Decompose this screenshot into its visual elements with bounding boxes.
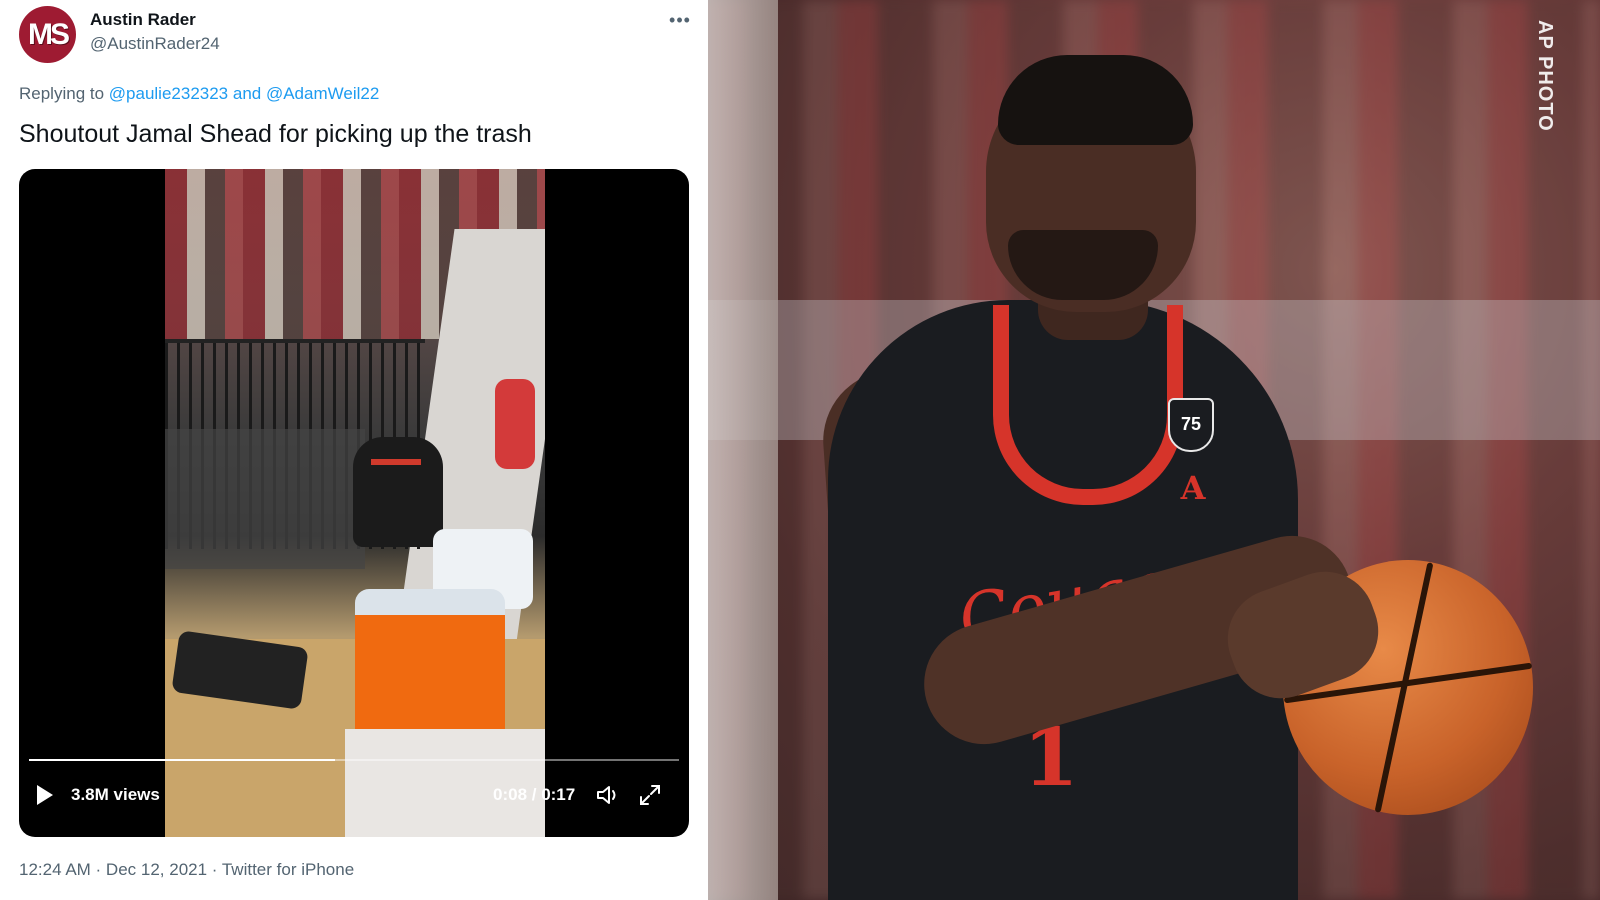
player-photo: Cougars 1 75 A AP PHOTO (708, 0, 1600, 900)
video-fan-red (495, 379, 535, 469)
conference-logo: A (1180, 469, 1206, 507)
video-seats (165, 429, 365, 569)
ellipsis-icon: ••• (669, 10, 691, 30)
fullscreen-button[interactable] (638, 783, 662, 807)
reply-and: and (228, 84, 266, 103)
play-icon (37, 785, 53, 805)
video-player[interactable]: 3.8M views 0:08 / 0:17 (19, 169, 689, 837)
play-button[interactable] (35, 783, 55, 807)
tweet-timestamp[interactable]: 12:24 AM · Dec 12, 2021 · Twitter for iP… (19, 860, 354, 880)
replying-to: Replying to @paulie232323 and @AdamWeil2… (19, 84, 379, 104)
view-count: 3.8M views (71, 785, 160, 804)
video-table (345, 729, 545, 837)
foreground-blur (708, 0, 778, 900)
tweet-card: MS Austin Rader @AustinRader24 ••• Reply… (0, 0, 708, 900)
volume-icon (597, 786, 616, 804)
mention-link-adamweil[interactable]: @AdamWeil22 (266, 84, 379, 103)
video-progress-bar[interactable] (29, 759, 679, 761)
video-frame[interactable] (165, 169, 545, 837)
mention-link-paulie[interactable]: @paulie232323 (109, 84, 228, 103)
photo-credit: AP PHOTO (1534, 20, 1556, 132)
more-options-button[interactable]: ••• (666, 8, 694, 32)
tweet-text: Shoutout Jamal Shead for picking up the … (19, 120, 532, 148)
player-beard (1008, 230, 1158, 300)
avatar-monogram: MS (28, 18, 70, 51)
player-hair (998, 55, 1193, 145)
video-player-figure (353, 437, 443, 547)
author-name[interactable]: Austin Rader (90, 10, 196, 30)
volume-button[interactable] (595, 783, 621, 807)
video-progress-fill (29, 759, 335, 761)
fullscreen-icon (640, 785, 660, 805)
reply-prefix: Replying to (19, 84, 109, 103)
anniversary-patch: 75 (1168, 398, 1214, 452)
video-time: 0:08 / 0:17 (493, 785, 576, 804)
author-handle[interactable]: @AustinRader24 (90, 34, 220, 54)
avatar[interactable]: MS (19, 6, 76, 63)
